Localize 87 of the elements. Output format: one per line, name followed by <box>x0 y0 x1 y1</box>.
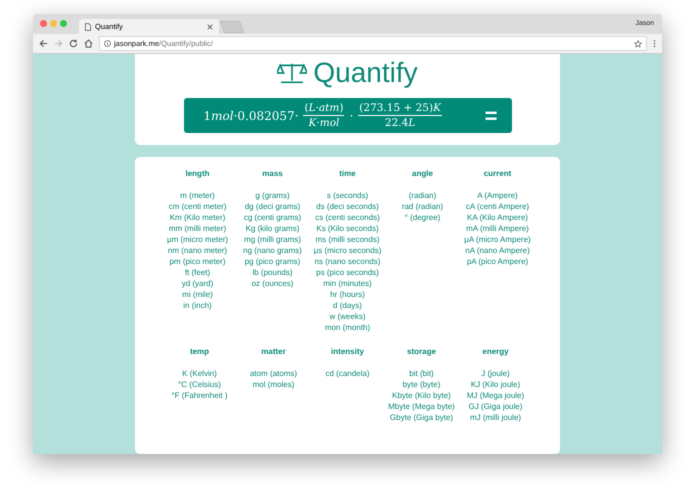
fraction-numerator: (273.15 + 25)K <box>358 102 442 116</box>
unit-item: cm (centi meter) <box>168 201 226 212</box>
unit-item: g (grams) <box>255 190 290 201</box>
unit-item: GJ (Giga joule) <box>468 401 522 412</box>
unit-group-title: time <box>339 169 356 178</box>
unit-item: nA (nano Ampere) <box>465 245 530 256</box>
unit-item: cs (centi seconds) <box>315 212 380 223</box>
formula-operator: · <box>349 108 354 122</box>
unit-item: ft (feet) <box>184 267 210 278</box>
unit-item: mm (milli meter) <box>168 223 226 234</box>
unit-item: byte (byte) <box>402 379 440 390</box>
formula-bar[interactable]: 1 mol·0.082057· (L·atm) K·mol · (273.15 + 25)K 22.4L = <box>184 98 512 133</box>
unit-item: mi (mile) <box>182 289 213 300</box>
unit-item: J (joule) <box>481 368 510 379</box>
unit-item: ° (degree) <box>404 212 440 223</box>
close-icon[interactable] <box>207 24 213 30</box>
unit-item: μA (micro Ampere) <box>464 234 531 245</box>
unit-item: pA (pico Ampere) <box>466 256 528 267</box>
unit-item: KA (Kilo Ampere) <box>467 212 528 223</box>
unit-item: ms (milli seconds) <box>315 234 380 245</box>
unit-item: d (days) <box>333 300 362 311</box>
unit-item: Kg (kilo grams) <box>246 223 300 234</box>
unit-group-title: matter <box>261 347 286 356</box>
fraction-denominator: 22.4L <box>384 116 416 129</box>
unit-item: s (seconds) <box>326 190 368 201</box>
unit-item: Km (Kilo meter) <box>170 212 226 223</box>
unit-item: μs (micro seconds) <box>314 245 382 256</box>
unit-item: nm (nano meter) <box>168 245 228 256</box>
unit-item: cd (candela) <box>325 368 370 379</box>
unit-item: (radian) <box>408 190 436 201</box>
unit-item: ng (nano grams) <box>243 245 302 256</box>
unit-item: rad (radian) <box>402 201 444 212</box>
unit-item: K (Kelvin) <box>182 368 217 379</box>
unit-item: w (weeks) <box>329 311 366 322</box>
unit-item: mon (month) <box>324 322 370 333</box>
page-icon <box>85 22 91 30</box>
unit-item: ds (deci seconds) <box>316 201 379 212</box>
unit-group-title: current <box>484 169 512 178</box>
unit-item: Gbyte (Giga byte) <box>390 412 454 423</box>
unit-item: mg (milli grams) <box>244 234 301 245</box>
unit-item: min (minutes) <box>323 278 372 289</box>
equals-button[interactable]: = <box>478 104 504 126</box>
unit-item: MJ (Mega joule) <box>466 390 524 401</box>
unit-group-title: length <box>186 169 210 178</box>
unit-item: mol (moles) <box>252 379 294 390</box>
unit-item: yd (yard) <box>182 278 214 289</box>
unit-item: μm (micro meter) <box>166 234 228 245</box>
unit-item: lb (pounds) <box>252 267 293 278</box>
unit-item: cA (centi Ampere) <box>466 201 530 212</box>
unit-item: m (meter) <box>180 190 215 201</box>
unit-item: dg (deci grams) <box>244 201 300 212</box>
unit-item: Ks (Kilo seconds) <box>316 223 379 234</box>
unit-item: °F (Fahrenheit ) <box>171 390 228 401</box>
home-icon[interactable] <box>84 39 93 48</box>
unit-item: °C (Celsius) <box>178 379 221 390</box>
unit-group-title: angle <box>412 169 433 178</box>
unit-item: atom (atoms) <box>250 368 298 379</box>
unit-item: A (Ampere) <box>477 190 518 201</box>
bookmark-star-icon[interactable] <box>634 40 642 48</box>
unit-item: mJ (milli joule) <box>470 412 522 423</box>
unit-item: in (inch) <box>183 300 212 311</box>
unit-item: ps (pico seconds) <box>316 267 379 278</box>
unit-item: hr (hours) <box>330 289 365 300</box>
unit-group-title: mass <box>262 169 283 178</box>
unit-group-title: energy <box>482 347 509 356</box>
unit-group-title: storage <box>407 347 436 356</box>
unit-item: Mbyte (Mega byte) <box>388 401 455 412</box>
fraction-numerator: (L·atm) <box>303 102 344 116</box>
reload-icon[interactable] <box>69 39 78 48</box>
unit-item: oz (ounces) <box>252 278 294 289</box>
unit-item: ns (nano seconds) <box>314 256 380 267</box>
unit-item: Kbyte (Kilo byte) <box>392 390 451 401</box>
unit-item: mA (milli Ampere) <box>466 223 529 234</box>
unit-item: cg (centi grams) <box>244 212 302 223</box>
unit-group-title: intensity <box>331 347 364 356</box>
app-title: Quantify <box>313 56 418 90</box>
info-icon[interactable] <box>104 40 111 47</box>
back-icon[interactable] <box>39 39 48 48</box>
unit-item: pg (pico grams) <box>244 256 300 267</box>
unit-item: bit (bit) <box>409 368 434 379</box>
unit-item: pm (pico meter) <box>169 256 226 267</box>
unit-item: KJ (Kilo joule) <box>470 379 520 390</box>
scales-icon <box>277 62 308 84</box>
fraction-denominator: K·mol <box>308 116 340 129</box>
unit-group-title: temp <box>190 347 210 356</box>
formula-term: 1 mol·0.082057· <box>204 108 298 122</box>
menu-icon[interactable] <box>653 39 656 48</box>
